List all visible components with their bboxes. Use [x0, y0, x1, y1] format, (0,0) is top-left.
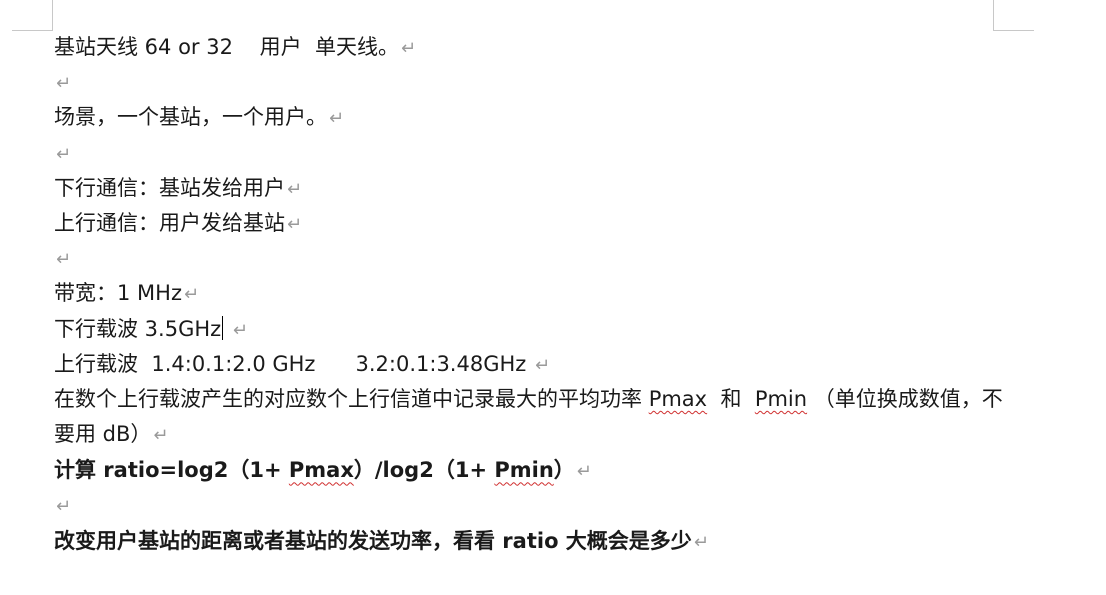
paragraph-mark-icon: ↵: [56, 143, 72, 165]
paragraph-text: 上行载波 1.4:0.1:2.0 GHz 3.2:0.1:3.48GHz: [54, 351, 533, 376]
paragraph: 下行载波 3.5GHz ↵: [54, 312, 1014, 347]
empty-paragraph: ↵: [54, 136, 1014, 171]
pmin-text: Pmin: [754, 386, 808, 411]
paragraph-text: ）: [553, 458, 575, 483]
paragraph-text: 和: [707, 386, 755, 411]
paragraph-text: 场景，一个基站，一个用户。: [54, 105, 327, 130]
paragraph-text: 在数个上行载波产生的对应数个上行信道中记录最大的平均功率: [54, 386, 649, 411]
paragraph-mark-icon: ↵: [56, 73, 72, 95]
paragraph: 上行通信：用户发给基站 ↵: [54, 206, 1014, 241]
empty-paragraph: ↵: [54, 488, 1014, 523]
paragraph-mark-icon: ↵: [329, 108, 345, 130]
paragraph: 带宽：1 MHz ↵: [54, 276, 1014, 311]
empty-paragraph: ↵: [54, 65, 1014, 100]
paragraph-mark-icon: ↵: [287, 213, 303, 235]
paragraph: 在数个上行载波产生的对应数个上行信道中记录最大的平均功率 Pmax 和 Pmin…: [54, 382, 1014, 453]
document-body[interactable]: 基站天线 64 or 32 用户 单天线。 ↵ ↵ 场景，一个基站，一个用户。 ↵ …: [54, 30, 1014, 559]
paragraph-mark-icon: ↵: [232, 319, 248, 341]
pmin-text: Pmin: [494, 458, 554, 483]
paragraph: 改变用户基站的距离或者基站的发送功率，看看 ratio 大概会是多少 ↵: [54, 524, 1014, 559]
paragraph-mark-icon: ↵: [56, 249, 72, 271]
paragraph-mark-icon: ↵: [287, 178, 303, 200]
paragraph-text: 带宽：1 MHz: [54, 281, 182, 306]
paragraph-text: 计算 ratio=log2（1+: [54, 458, 289, 483]
paragraph-mark-icon: ↵: [534, 354, 551, 376]
crop-mark-top-right: [993, 0, 1034, 31]
paragraph: 下行通信：基站发给用户 ↵: [54, 171, 1014, 206]
text-cursor: [222, 315, 224, 340]
paragraph: 场景，一个基站，一个用户。 ↵: [54, 100, 1014, 135]
paragraph-text: 上行通信：用户发给基站: [54, 210, 285, 235]
empty-paragraph: ↵: [54, 241, 1014, 276]
paragraph-text: 下行载波 3.5GHz: [54, 316, 222, 341]
paragraph-mark-icon: ↵: [56, 496, 72, 518]
paragraph-mark-icon: ↵: [401, 38, 417, 59]
paragraph-mark-icon: ↵: [183, 284, 200, 306]
paragraph-text: 改变用户基站的距离或者基站的发送功率，看看 ratio 大概会是多少: [54, 528, 692, 553]
paragraph-text: 基站天线 64 or 32 用户 单天线。: [54, 35, 400, 59]
document-page: 基站天线 64 or 32 用户 单天线。 ↵ ↵ 场景，一个基站，一个用户。 ↵ …: [0, 0, 1106, 595]
pmax-text: Pmax: [648, 386, 708, 411]
paragraph: 计算 ratio=log2（1+ Pmax）/log2（1+ Pmin） ↵: [54, 453, 1014, 488]
paragraph-mark-icon: ↵: [153, 425, 169, 447]
crop-mark-top-left: [12, 0, 53, 31]
paragraph-text: 下行通信：基站发给用户: [54, 175, 285, 200]
paragraph-text: ）/log2（1+: [353, 458, 495, 483]
paragraph: 基站天线 64 or 32 用户 单天线。 ↵: [54, 30, 1014, 65]
paragraph-mark-icon: ↵: [576, 461, 592, 483]
paragraph: 上行载波 1.4:0.1:2.0 GHz 3.2:0.1:3.48GHz ↵: [54, 347, 1014, 382]
paragraph-mark-icon: ↵: [693, 531, 709, 553]
pmax-text: Pmax: [288, 458, 354, 483]
